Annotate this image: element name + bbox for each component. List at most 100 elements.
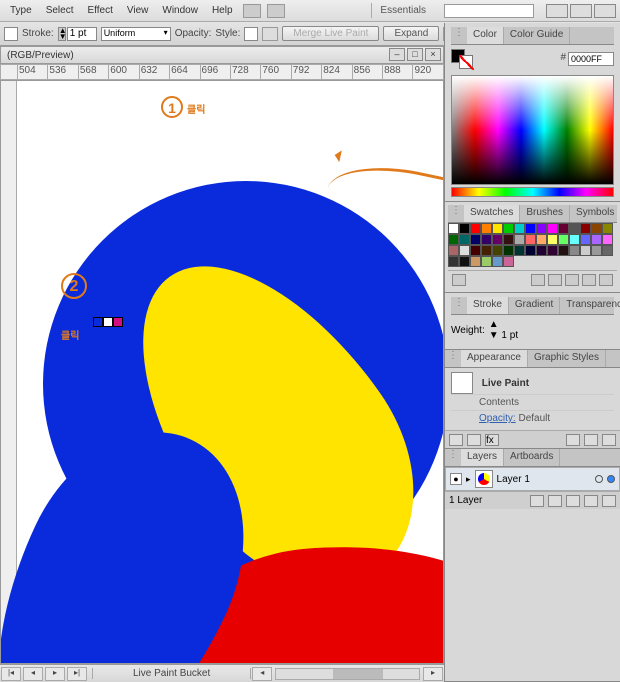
appearance-opacity-row[interactable]: Opacity: Default bbox=[451, 410, 614, 426]
swatch[interactable] bbox=[470, 245, 481, 256]
swatch[interactable] bbox=[448, 245, 459, 256]
tab-swatches[interactable]: Swatches bbox=[464, 205, 520, 222]
tab-color-guide[interactable]: Color Guide bbox=[504, 27, 570, 44]
weight-stepper[interactable]: ▲▼ 1 pt bbox=[489, 319, 518, 341]
swatch[interactable] bbox=[536, 223, 547, 234]
swatch[interactable] bbox=[569, 223, 580, 234]
menu-type[interactable]: Type bbox=[4, 3, 38, 18]
swatch[interactable] bbox=[503, 256, 514, 267]
tab-symbols[interactable]: Symbols bbox=[570, 205, 620, 222]
layer-row[interactable]: ● ▸ Layer 1 bbox=[445, 467, 620, 491]
hex-input[interactable] bbox=[568, 52, 614, 66]
target-icon[interactable] bbox=[595, 475, 603, 483]
toolbar-icon-1[interactable] bbox=[243, 4, 261, 18]
scroll-left-icon[interactable]: ◂ bbox=[252, 667, 272, 681]
workspace-switcher[interactable]: Essentials bbox=[371, 3, 434, 18]
swatch[interactable] bbox=[525, 234, 536, 245]
swatch[interactable] bbox=[569, 234, 580, 245]
doc-minimize-icon[interactable]: – bbox=[389, 48, 405, 61]
window-close-icon[interactable] bbox=[594, 4, 616, 18]
duplicate-icon[interactable] bbox=[584, 434, 598, 446]
scrollbar-horizontal[interactable] bbox=[275, 668, 420, 680]
toolbar-icon-2[interactable] bbox=[267, 4, 285, 18]
swatch[interactable] bbox=[591, 234, 602, 245]
fill-stroke-proxy[interactable] bbox=[451, 49, 475, 69]
swatch[interactable] bbox=[558, 234, 569, 245]
make-clip-icon[interactable] bbox=[548, 495, 562, 507]
last-artboard-icon[interactable]: ▸| bbox=[67, 667, 87, 681]
swatch[interactable] bbox=[580, 245, 591, 256]
expand-button[interactable]: Expand bbox=[383, 26, 439, 41]
swatch[interactable] bbox=[459, 256, 470, 267]
swatch[interactable] bbox=[492, 256, 503, 267]
swatch[interactable] bbox=[547, 234, 558, 245]
visibility-icon[interactable]: ● bbox=[450, 473, 462, 485]
new-layer-icon[interactable] bbox=[584, 495, 598, 507]
swatch[interactable] bbox=[448, 256, 459, 267]
swatch[interactable] bbox=[503, 223, 514, 234]
menu-effect[interactable]: Effect bbox=[81, 3, 118, 18]
delete-appearance-icon[interactable] bbox=[602, 434, 616, 446]
prev-artboard-icon[interactable]: ◂ bbox=[23, 667, 43, 681]
window-minimize-icon[interactable] bbox=[546, 4, 568, 18]
doc-maximize-icon[interactable]: □ bbox=[407, 48, 423, 61]
stroke-weight-stepper[interactable]: ▲▼ 1 pt bbox=[58, 27, 97, 41]
search-input[interactable] bbox=[444, 4, 534, 18]
swatch[interactable] bbox=[481, 256, 492, 267]
swatch-libraries-icon[interactable] bbox=[452, 274, 466, 286]
tab-appearance[interactable]: Appearance bbox=[461, 350, 528, 367]
artwork[interactable] bbox=[43, 181, 444, 587]
swatch[interactable] bbox=[569, 245, 580, 256]
delete-swatch-icon[interactable] bbox=[599, 274, 613, 286]
swatch[interactable] bbox=[580, 223, 591, 234]
swatch[interactable] bbox=[514, 234, 525, 245]
menu-window[interactable]: Window bbox=[156, 3, 204, 18]
new-swatch-icon[interactable] bbox=[582, 274, 596, 286]
expand-layer-icon[interactable]: ▸ bbox=[466, 474, 471, 485]
tab-artboards[interactable]: Artboards bbox=[504, 449, 560, 466]
tab-brushes[interactable]: Brushes bbox=[520, 205, 570, 222]
stroke-weight-value[interactable]: 1 pt bbox=[67, 27, 97, 41]
tab-transparency[interactable]: Transparency bbox=[560, 297, 620, 314]
menu-help[interactable]: Help bbox=[206, 3, 239, 18]
new-sublayer-icon[interactable] bbox=[566, 495, 580, 507]
locate-object-icon[interactable] bbox=[530, 495, 544, 507]
swatch[interactable] bbox=[514, 245, 525, 256]
next-artboard-icon[interactable]: ▸ bbox=[45, 667, 65, 681]
appearance-contents[interactable]: Contents bbox=[451, 394, 614, 410]
swatch[interactable] bbox=[481, 223, 492, 234]
add-stroke-icon[interactable] bbox=[449, 434, 463, 446]
swatch[interactable] bbox=[558, 245, 569, 256]
swatch-kind-icon[interactable] bbox=[531, 274, 545, 286]
window-maximize-icon[interactable] bbox=[570, 4, 592, 18]
select-indicator-icon[interactable] bbox=[607, 475, 615, 483]
new-group-icon[interactable] bbox=[565, 274, 579, 286]
swatch[interactable] bbox=[503, 245, 514, 256]
tab-stroke[interactable]: Stroke bbox=[467, 297, 509, 314]
swatch[interactable] bbox=[602, 234, 613, 245]
swatch[interactable] bbox=[481, 245, 492, 256]
swatch[interactable] bbox=[514, 223, 525, 234]
swatch[interactable] bbox=[525, 223, 536, 234]
swatch[interactable] bbox=[602, 245, 613, 256]
swatch[interactable] bbox=[492, 245, 503, 256]
swatch[interactable] bbox=[591, 223, 602, 234]
swatch[interactable] bbox=[459, 234, 470, 245]
menu-select[interactable]: Select bbox=[40, 3, 80, 18]
swatch-grid[interactable] bbox=[448, 223, 617, 267]
canvas[interactable]: 1클릭 2 클릭 bbox=[17, 81, 443, 663]
brush-dropdown[interactable]: Uniform bbox=[101, 27, 171, 41]
swatch[interactable] bbox=[492, 223, 503, 234]
swatch[interactable] bbox=[525, 245, 536, 256]
swatch[interactable] bbox=[459, 245, 470, 256]
swatch[interactable] bbox=[448, 223, 459, 234]
hue-bar[interactable] bbox=[451, 187, 614, 197]
doc-close-icon[interactable]: × bbox=[425, 48, 441, 61]
tab-color[interactable]: Color bbox=[467, 27, 504, 44]
swatch[interactable] bbox=[536, 245, 547, 256]
swatch[interactable] bbox=[547, 223, 558, 234]
tab-gradient[interactable]: Gradient bbox=[509, 297, 560, 314]
swatch[interactable] bbox=[470, 223, 481, 234]
clear-appearance-icon[interactable] bbox=[566, 434, 580, 446]
menu-view[interactable]: View bbox=[121, 3, 155, 18]
